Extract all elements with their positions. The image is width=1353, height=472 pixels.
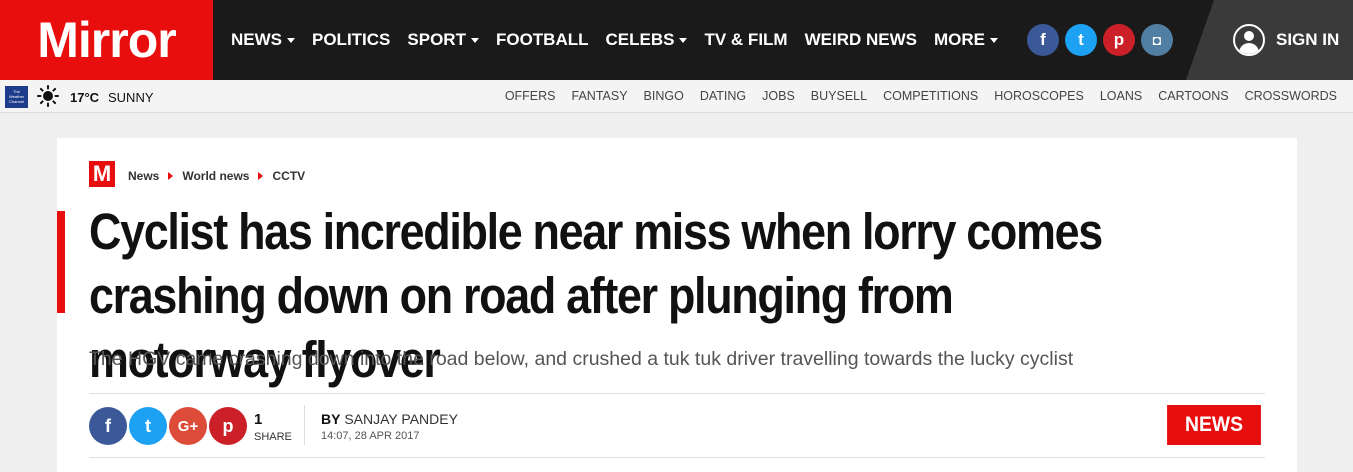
share-count: 1 xyxy=(254,411,263,428)
instagram-icon[interactable]: ◘ xyxy=(1141,24,1173,56)
caret-down-icon xyxy=(989,37,998,43)
sign-in-label: SIGN IN xyxy=(1276,30,1340,49)
caret-down-icon xyxy=(287,37,295,43)
weather-channel-logo[interactable]: The Weather Channel xyxy=(5,86,28,108)
nav-item-label: SPORT xyxy=(407,30,466,49)
link-crosswords[interactable]: CROSSWORDS xyxy=(1245,89,1337,103)
link-horoscopes[interactable]: HOROSCOPES xyxy=(994,89,1084,103)
sun-icon xyxy=(37,85,59,107)
breadcrumb-world-news[interactable]: World news xyxy=(182,169,249,183)
pinterest-share-icon[interactable]: p xyxy=(209,407,247,445)
link-cartoons[interactable]: CARTOONS xyxy=(1158,89,1228,103)
publish-timestamp: 14:07, 28 APR 2017 xyxy=(321,430,420,442)
nav-item-label: CELEBS xyxy=(605,30,675,49)
pinterest-icon[interactable]: p xyxy=(1103,24,1135,56)
author-link[interactable]: SANJAY PANDEY xyxy=(344,411,458,427)
twitter-share-icon[interactable]: t xyxy=(129,407,167,445)
link-jobs[interactable]: JOBS xyxy=(762,89,795,103)
facebook-share-icon[interactable]: f xyxy=(89,407,127,445)
secondary-links: OFFERS FANTASY BINGO DATING JOBS BUYSELL… xyxy=(489,89,1337,103)
nav-item-news[interactable]: NEWS xyxy=(231,30,295,50)
social-links: f t p ◘ xyxy=(1027,24,1179,56)
nav-item-label: MORE xyxy=(933,30,985,49)
nav-item-label: FOOTBALL xyxy=(495,30,589,49)
section-badge[interactable]: NEWS xyxy=(1167,405,1261,445)
nav-item-politics[interactable]: POLITICS xyxy=(312,30,390,50)
mirror-logo[interactable]: Mirror xyxy=(0,0,213,80)
chevron-right-icon xyxy=(168,172,174,180)
headline-accent-bar xyxy=(57,211,65,313)
divider xyxy=(89,457,1265,458)
caret-down-icon xyxy=(470,37,479,43)
caret-down-icon xyxy=(679,37,688,43)
share-buttons: f t G+ p xyxy=(89,407,249,445)
nav-item-label: TV & FILM xyxy=(704,30,788,49)
main-nav: NEWS POLITICS SPORT FOOTBALL CELEBS TV &… xyxy=(231,0,1015,80)
sign-in-button[interactable]: SIGN IN xyxy=(1233,24,1339,56)
breadcrumb-cctv[interactable]: CCTV xyxy=(272,169,305,183)
breadcrumb: News World news CCTV xyxy=(128,169,305,183)
divider xyxy=(89,393,1265,394)
breadcrumb-news[interactable]: News xyxy=(128,169,159,183)
facebook-icon[interactable]: f xyxy=(1027,24,1059,56)
nav-item-sport[interactable]: SPORT xyxy=(407,30,479,50)
nav-item-label: WEIRD NEWS xyxy=(804,30,917,49)
byline: BY SANJAY PANDEY xyxy=(321,411,458,427)
nav-item-celebs[interactable]: CELEBS xyxy=(606,30,688,50)
share-label: SHARE xyxy=(254,431,292,443)
divider xyxy=(304,405,305,445)
nav-item-football[interactable]: FOOTBALL xyxy=(496,30,589,50)
chevron-right-icon xyxy=(258,172,264,180)
link-loans[interactable]: LOANS xyxy=(1100,89,1142,103)
link-bingo[interactable]: BINGO xyxy=(644,89,684,103)
link-fantasy[interactable]: FANTASY xyxy=(572,89,628,103)
user-icon xyxy=(1233,24,1265,56)
nav-item-tv-film[interactable]: TV & FILM xyxy=(704,30,787,50)
link-competitions[interactable]: COMPETITIONS xyxy=(883,89,978,103)
link-offers[interactable]: OFFERS xyxy=(505,89,556,103)
nav-item-label: NEWS xyxy=(231,30,282,49)
link-buysell[interactable]: BUYSELL xyxy=(811,89,867,103)
nav-item-weird-news[interactable]: WEIRD NEWS xyxy=(805,30,917,50)
google-plus-share-icon[interactable]: G+ xyxy=(169,407,207,445)
nav-item-more[interactable]: MORE xyxy=(934,30,998,50)
article-standfirst: The HGV came crashing down into the road… xyxy=(89,348,1074,370)
weather-temperature: 17°C xyxy=(70,90,100,105)
twitter-icon[interactable]: t xyxy=(1065,24,1097,56)
byline-prefix: BY xyxy=(321,411,341,427)
nav-item-label: POLITICS xyxy=(312,30,391,49)
mirror-m-logo[interactable]: M xyxy=(89,161,115,187)
link-dating[interactable]: DATING xyxy=(700,89,746,103)
weather-condition: SUNNY xyxy=(108,90,154,105)
